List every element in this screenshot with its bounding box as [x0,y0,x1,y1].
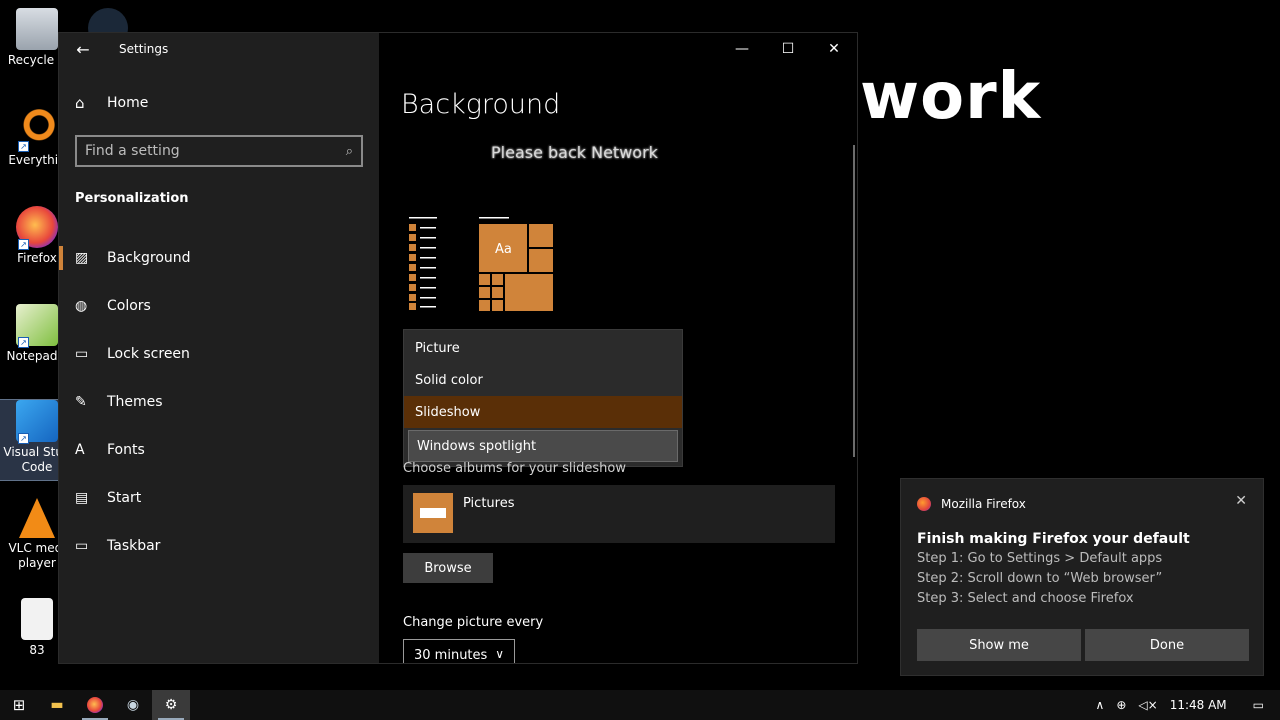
close-button[interactable]: ✕ [811,33,857,65]
preview-text: Please back Network [491,143,658,162]
taskbar-settings[interactable]: ⚙ [152,690,190,720]
nav-list: ▨ Background ◍ Colors ▭ Lock screen ✎ Th… [59,234,379,570]
clock[interactable]: 11:48 AM [1164,698,1233,712]
dropdown-option-solid-color[interactable]: Solid color [404,364,682,396]
nav-item-label: Fonts [107,442,145,458]
start-tiles-preview [409,217,553,311]
search-input[interactable] [85,143,346,159]
show-me-button[interactable]: Show me [917,629,1081,661]
notepad-plus-icon: ↗ [16,304,58,348]
section-title: Personalization [75,191,189,206]
nav-item-label: Start [107,490,142,506]
nav-item-label: Colors [107,298,151,314]
dropdown-option-windows-spotlight[interactable]: Windows spotlight [408,430,678,462]
album-name: Pictures [463,496,515,511]
maximize-button[interactable]: ☐ [765,33,811,65]
maximize-icon: ☐ [781,41,795,57]
windows-logo-icon: ⊞ [12,696,26,714]
taskbar-file-explorer[interactable]: ▬ [38,690,76,720]
nav-item-start[interactable]: ▤ Start [59,474,379,522]
interval-value: 30 minutes [414,647,488,663]
start-icon: ▤ [75,490,89,506]
taskbar-icon: ▭ [75,538,89,554]
home-icon: ⌂ [75,94,85,112]
notification-center-icon[interactable]: ▭ [1233,698,1280,712]
settings-sidebar: ← Settings ⌂ Home ⌕ Personalization ▨ Ba… [59,33,379,663]
search-icon: ⌕ [345,143,353,159]
search-box[interactable]: ⌕ [75,135,363,167]
back-arrow-icon: ← [76,39,90,59]
image-icon: ▨ [75,250,89,266]
minimize-icon: — [735,41,749,57]
wallpaper-text: work [860,60,1042,134]
themes-icon: ✎ [75,394,87,410]
start-button[interactable]: ⊞ [0,690,38,720]
system-tray: ∧ ⊕ ◁× 11:48 AM ▭ [1090,690,1280,720]
albums-label: Choose albums for your slideshow [403,461,626,476]
tray-overflow-chevron-up-icon[interactable]: ∧ [1090,698,1111,712]
volume-muted-icon[interactable]: ◁× [1132,698,1163,712]
nav-item-fonts[interactable]: A Fonts [59,426,379,474]
vscode-icon: ↗ [16,400,58,444]
page-title: Background [401,89,561,120]
toast-title: Finish making Firefox your default [917,531,1190,547]
firefox-icon: ↗ [16,206,58,250]
recycle-bin-icon [16,8,58,50]
steam-icon: ◉ [126,697,140,713]
scrollbar[interactable] [853,145,855,457]
window-title: Settings [119,42,169,56]
everything-search-icon: ↗ [16,108,58,152]
close-icon: ✕ [1235,493,1247,509]
tile-preview-text: Aa [495,242,512,257]
nav-item-label: Themes [107,394,163,410]
done-button[interactable]: Done [1085,629,1249,661]
nav-item-label: Lock screen [107,346,190,362]
folder-icon [413,493,453,533]
nav-item-taskbar[interactable]: ▭ Taskbar [59,522,379,570]
nav-item-themes[interactable]: ✎ Themes [59,378,379,426]
taskbar-firefox[interactable] [76,690,114,720]
toast-step-2: Step 2: Scroll down to “Web browser” [917,571,1163,586]
settings-window: ← Settings ⌂ Home ⌕ Personalization ▨ Ba… [58,32,858,664]
taskbar-steam[interactable]: ◉ [114,690,152,720]
network-globe-icon[interactable]: ⊕ [1110,698,1132,712]
window-controls: — ☐ ✕ [719,33,857,65]
document-icon [21,598,53,640]
toast-close-button[interactable]: ✕ [1235,493,1247,509]
folder-icon: ▬ [50,697,64,713]
chevron-down-icon: ∨ [495,647,504,661]
dropdown-option-picture[interactable]: Picture [404,332,682,364]
background-type-dropdown[interactable]: Picture Solid color Slideshow Windows sp… [403,329,683,467]
nav-item-background[interactable]: ▨ Background [59,234,379,282]
settings-main: — ☐ ✕ Background Please back Network Aa … [379,33,857,663]
close-icon: ✕ [828,41,840,57]
firefox-icon [87,697,103,713]
change-interval-label: Change picture every [403,615,544,630]
palette-icon: ◍ [75,298,88,314]
firefox-icon [917,497,931,511]
dropdown-option-slideshow[interactable]: Slideshow [404,396,682,428]
toast-app: Mozilla Firefox [917,497,1026,511]
nav-home-label: Home [107,95,149,111]
toast-step-1: Step 1: Go to Settings > Default apps [917,551,1163,566]
back-button[interactable]: ← [59,33,107,65]
nav-item-label: Taskbar [107,538,161,554]
browse-button[interactable]: Browse [403,553,493,583]
vlc-icon [19,498,55,538]
album-card[interactable]: Pictures [403,485,835,543]
fonts-icon: A [75,442,85,458]
minimize-button[interactable]: — [719,33,765,65]
lock-screen-icon: ▭ [75,346,89,362]
firefox-notification: Mozilla Firefox ✕ Finish making Firefox … [900,478,1264,676]
taskbar: ⊞ ▬ ◉ ⚙ ∧ ⊕ ◁× 11:48 AM ▭ [0,690,1280,720]
toast-app-name: Mozilla Firefox [941,497,1026,511]
nav-home[interactable]: ⌂ Home [59,85,379,121]
nav-item-label: Background [107,250,191,266]
nav-item-lock-screen[interactable]: ▭ Lock screen [59,330,379,378]
nav-item-colors[interactable]: ◍ Colors [59,282,379,330]
interval-select[interactable]: 30 minutes ∨ [403,639,515,663]
titlebar: ← Settings [59,33,379,65]
toast-step-3: Step 3: Select and choose Firefox [917,591,1134,606]
gear-icon: ⚙ [164,697,178,713]
